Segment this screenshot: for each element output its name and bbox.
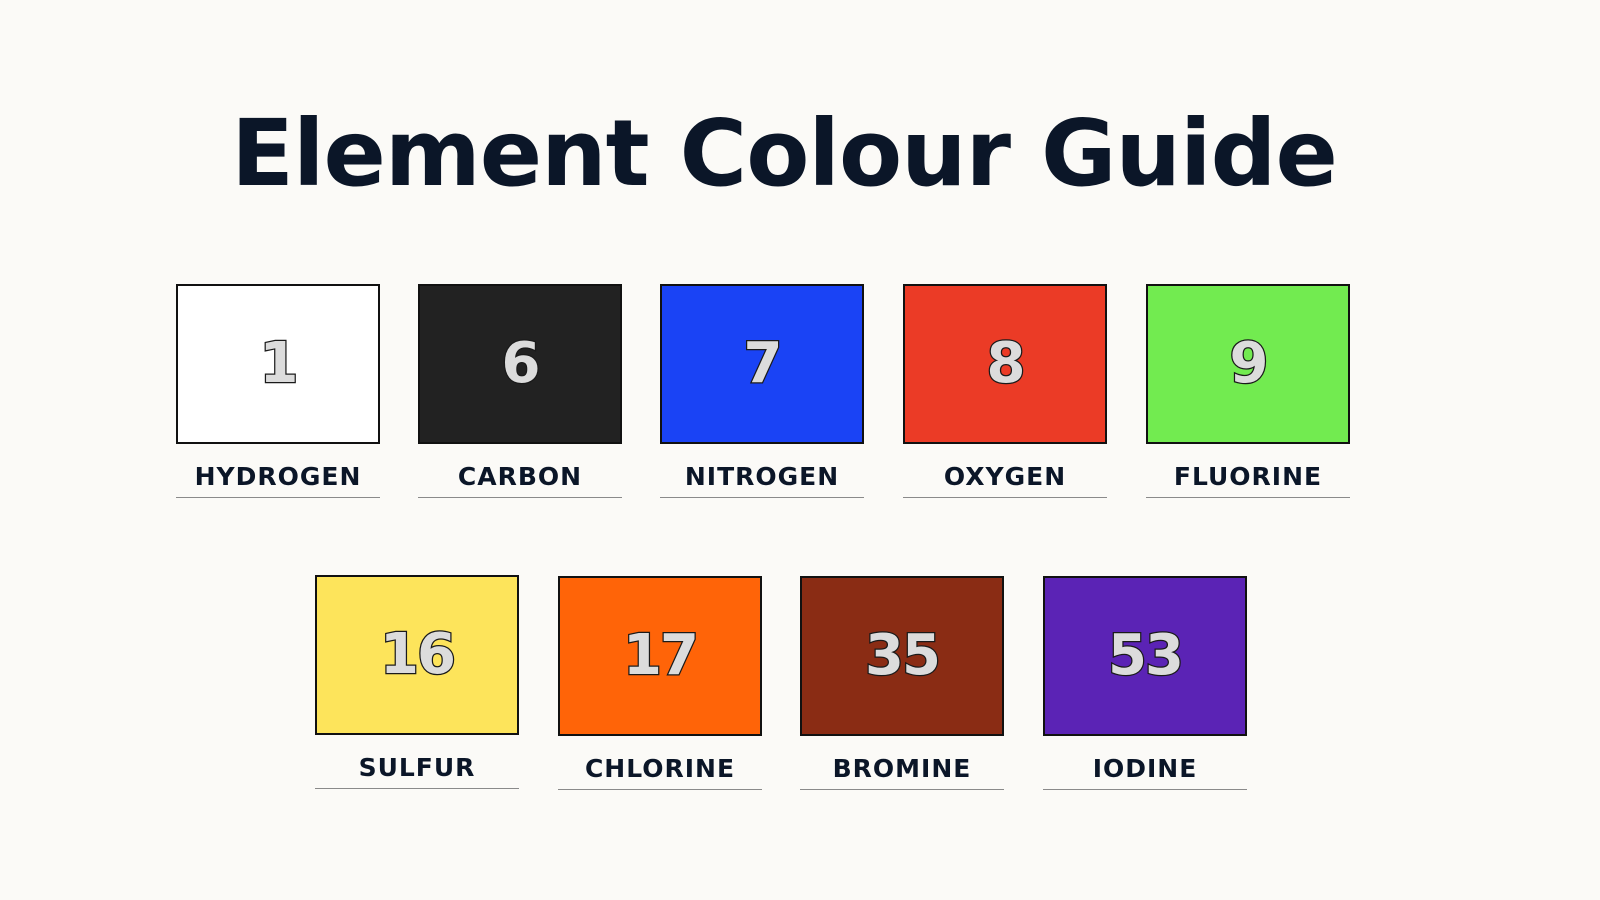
atomic-number: 9: [1228, 331, 1269, 396]
atomic-number: 7: [742, 331, 783, 396]
colour-swatch: 53: [1043, 576, 1247, 736]
label-underline: [1043, 789, 1247, 790]
element-name: CARBON: [457, 462, 583, 491]
atomic-number: 16: [379, 622, 457, 687]
colour-swatch: 6: [418, 284, 622, 444]
element-name: NITROGEN: [684, 462, 840, 491]
colour-swatch: 35: [800, 576, 1004, 736]
label-underline: [800, 789, 1004, 790]
element-name: SULFUR: [358, 753, 476, 782]
element-name: CHLORINE: [584, 754, 736, 783]
label-underline: [315, 788, 519, 789]
element-card-iodine: 53 IODINE: [1043, 576, 1247, 790]
label-underline: [903, 497, 1107, 498]
element-card-fluorine: 9 FLUORINE: [1146, 284, 1350, 498]
element-card-oxygen: 8 OXYGEN: [903, 284, 1107, 498]
colour-swatch: 8: [903, 284, 1107, 444]
colour-swatch: 1: [176, 284, 380, 444]
colour-swatch: 9: [1146, 284, 1350, 444]
element-card-sulfur: 16 SULFUR: [315, 575, 519, 789]
colour-swatch: 17: [558, 576, 762, 736]
atomic-number: 53: [1107, 623, 1185, 688]
element-name: FLUORINE: [1173, 462, 1323, 491]
colour-swatch: 16: [315, 575, 519, 735]
label-underline: [176, 497, 380, 498]
label-underline: [660, 497, 864, 498]
element-name: HYDROGEN: [194, 462, 362, 491]
label-underline: [418, 497, 622, 498]
element-name: OXYGEN: [943, 462, 1067, 491]
atomic-number: 1: [258, 331, 299, 396]
element-card-carbon: 6 CARBON: [418, 284, 622, 498]
label-underline: [1146, 497, 1350, 498]
label-underline: [558, 789, 762, 790]
element-card-chlorine: 17 CHLORINE: [558, 576, 762, 790]
element-name: BROMINE: [832, 754, 972, 783]
element-card-nitrogen: 7 NITROGEN: [660, 284, 864, 498]
atomic-number: 35: [864, 623, 942, 688]
element-card-bromine: 35 BROMINE: [800, 576, 1004, 790]
element-name: IODINE: [1092, 754, 1198, 783]
atomic-number: 6: [500, 331, 541, 396]
element-card-hydrogen: 1 HYDROGEN: [176, 284, 380, 498]
colour-swatch: 7: [660, 284, 864, 444]
atomic-number: 17: [622, 623, 700, 688]
page-title: Element Colour Guide: [231, 100, 1338, 207]
atomic-number: 8: [985, 331, 1026, 396]
